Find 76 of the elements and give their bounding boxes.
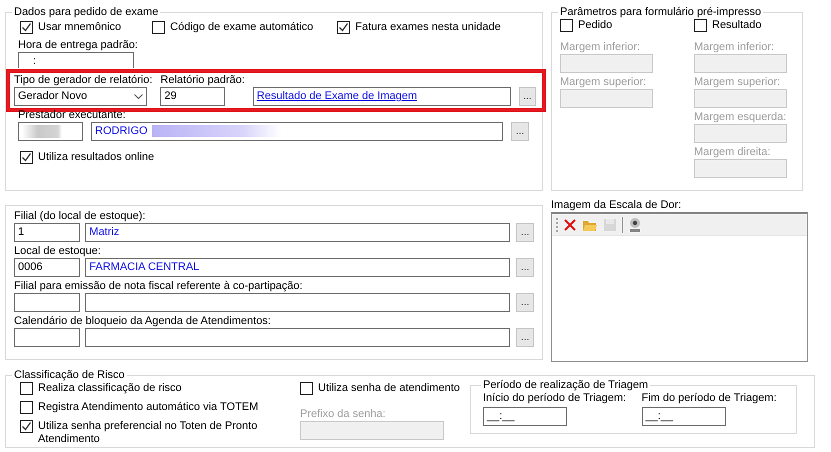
code-field[interactable] bbox=[14, 328, 80, 347]
checkbox-label: Registra Atendimento automático via TOTEM bbox=[38, 401, 260, 414]
field-label: Relatório padrão: bbox=[160, 74, 245, 87]
field-label: Prefixo da senha: bbox=[300, 408, 387, 420]
code-field[interactable] bbox=[14, 293, 80, 312]
margin-field[interactable] bbox=[694, 124, 787, 142]
time-field[interactable]: __:__ bbox=[483, 407, 567, 426]
name-field[interactable] bbox=[85, 328, 510, 347]
browse-button[interactable]: ... bbox=[516, 223, 534, 242]
name-field[interactable] bbox=[85, 293, 510, 312]
checkbox[interactable] bbox=[694, 19, 707, 32]
code-field[interactable]: 1 bbox=[14, 223, 80, 242]
report-type-select[interactable]: Gerador Novo bbox=[14, 87, 147, 106]
checkbox[interactable] bbox=[20, 382, 33, 395]
prefix-field[interactable] bbox=[300, 420, 444, 440]
field-label: Início do período de Triagem: bbox=[483, 392, 628, 405]
browse-button[interactable]: ... bbox=[516, 258, 534, 277]
checkbox[interactable] bbox=[20, 401, 33, 414]
code-field[interactable] bbox=[18, 122, 83, 141]
field-label: Filial para emissão de nota fiscal referente à co-partipação: bbox=[14, 280, 304, 293]
group-title: Dados para pedido de exame bbox=[13, 5, 160, 19]
field-label: Calendário de bloqueio da Agenda de Atendimentos: bbox=[14, 315, 272, 328]
checkbox-label: Utiliza resultados online bbox=[38, 151, 154, 164]
time-field[interactable]: : bbox=[18, 52, 134, 68]
dropdown-icon bbox=[134, 94, 143, 100]
checkbox[interactable] bbox=[20, 21, 33, 34]
report-name-field[interactable]: Resultado de Exame de Imagem bbox=[252, 87, 511, 106]
code-field[interactable]: 0006 bbox=[14, 258, 80, 277]
browse-button[interactable]: ... bbox=[516, 293, 534, 312]
field-label: Imagem da Escala de Dor: bbox=[551, 199, 682, 212]
browse-button[interactable]: ... bbox=[518, 87, 536, 106]
field-label: Local de estoque: bbox=[14, 245, 102, 258]
margin-field[interactable] bbox=[694, 158, 787, 178]
field-label: Margem superior: bbox=[560, 76, 648, 88]
checkbox-label: Código de exame automático bbox=[170, 21, 314, 34]
field-label: Margem direita: bbox=[694, 146, 772, 158]
checkbox-label: Utiliza senha preferencial no Toten de Pronto Atendimento bbox=[38, 420, 258, 446]
margin-field[interactable] bbox=[560, 54, 653, 72]
name-field[interactable]: FARMACIA CENTRAL bbox=[85, 258, 510, 277]
checkbox-label: Resultado bbox=[712, 19, 762, 32]
field-label: Tipo de gerador de relatório: bbox=[14, 74, 152, 87]
group-title: Período de realização de Triagem bbox=[482, 378, 650, 392]
field-label: Margem superior: bbox=[694, 76, 782, 88]
checkbox[interactable] bbox=[337, 21, 350, 34]
field-label: Margem inferior: bbox=[560, 40, 642, 54]
field-label: Margem inferior: bbox=[694, 40, 776, 54]
field-label: Fim do período de Triagem: bbox=[642, 392, 778, 405]
field-label: Prestador executante: bbox=[18, 109, 127, 122]
checkbox-label: Pedido bbox=[578, 19, 612, 32]
field-label: Hora de entrega padrão: bbox=[18, 39, 139, 52]
margin-field[interactable] bbox=[560, 88, 653, 108]
margin-field[interactable] bbox=[694, 88, 787, 108]
checkbox-label: Usar mnemônico bbox=[38, 21, 122, 34]
group-title: Classificação de Risco bbox=[13, 368, 126, 382]
time-field[interactable]: __:__ bbox=[642, 407, 726, 426]
provider-field[interactable]: RODRIGO bbox=[91, 122, 503, 141]
field-label: Filial (do local de estoque): bbox=[14, 210, 146, 223]
report-link[interactable]: Resultado de Exame de Imagem bbox=[256, 90, 417, 102]
checkbox[interactable] bbox=[152, 21, 166, 34]
redaction-mark bbox=[22, 125, 62, 138]
field-label: Margem esquerda: bbox=[694, 110, 788, 124]
checkbox[interactable] bbox=[300, 382, 313, 395]
checkbox-label: Fatura exames nesta unidade bbox=[355, 21, 501, 34]
group-title: Parâmetros para formulário pré-impresso bbox=[559, 5, 762, 19]
code-field[interactable]: 29 bbox=[160, 87, 226, 106]
delete-icon[interactable] bbox=[562, 216, 578, 232]
browse-button[interactable]: ... bbox=[516, 328, 534, 347]
margin-field[interactable] bbox=[694, 54, 787, 72]
checkbox[interactable] bbox=[20, 420, 33, 433]
webcam-icon[interactable] bbox=[627, 216, 643, 232]
name-field[interactable]: Matriz bbox=[85, 223, 510, 242]
checkbox[interactable] bbox=[560, 19, 573, 32]
checkbox-label: Realiza classificação de risco bbox=[38, 382, 183, 395]
checkbox-label: Utiliza senha de atendimento bbox=[318, 382, 460, 395]
checkbox[interactable] bbox=[20, 151, 33, 164]
browse-button[interactable]: ... bbox=[511, 122, 529, 141]
